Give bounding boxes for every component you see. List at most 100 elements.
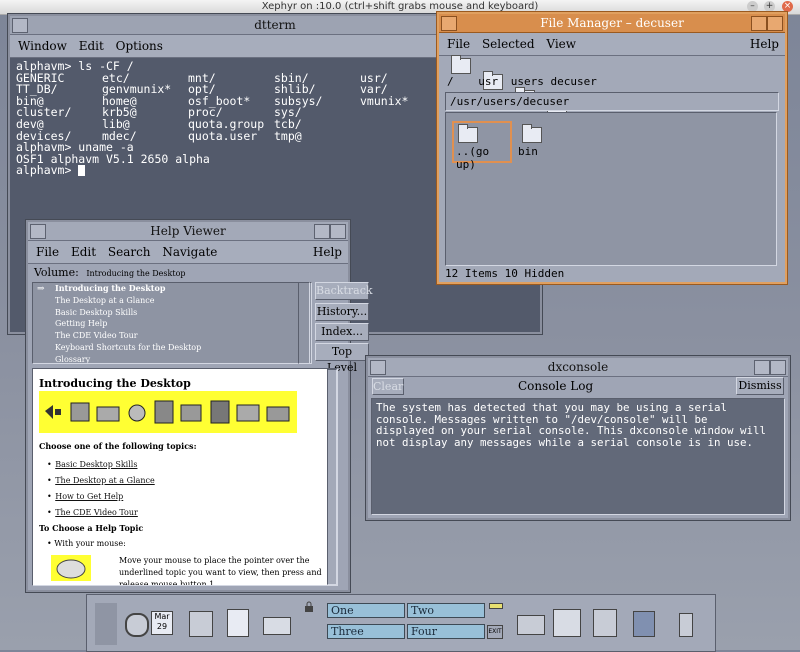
maximize-icon[interactable] bbox=[330, 224, 346, 239]
topic-item[interactable]: The CDE Video Tour bbox=[33, 330, 311, 342]
root-folder-icon[interactable] bbox=[451, 55, 471, 74]
bin-item[interactable]: bin bbox=[516, 121, 546, 159]
exit-button[interactable]: EXIT bbox=[487, 625, 503, 639]
window-menu-icon[interactable] bbox=[441, 16, 457, 31]
topic-item[interactable]: The Desktop at a Glance bbox=[33, 295, 311, 307]
topic-item[interactable]: Getting Help bbox=[33, 318, 311, 330]
bin-folder-icon bbox=[522, 124, 542, 143]
ls-entry bbox=[360, 119, 446, 131]
ls-entry bbox=[360, 131, 446, 143]
menu-window[interactable]: Window bbox=[18, 39, 67, 53]
dxconsole-title: dxconsole bbox=[547, 360, 609, 374]
link-get-help[interactable]: How to Get Help bbox=[55, 492, 123, 501]
ls-entry: vmunix* bbox=[360, 93, 409, 108]
crumb-usr[interactable]: usr bbox=[478, 75, 498, 88]
menu-navigate[interactable]: Navigate bbox=[162, 245, 217, 259]
mouse-bullet-text: With your mouse: bbox=[54, 539, 126, 548]
maximize-icon[interactable] bbox=[767, 16, 783, 31]
console-log-title: Console Log bbox=[518, 379, 594, 393]
mail-icon[interactable] bbox=[263, 617, 291, 635]
workspace-one[interactable]: One bbox=[327, 603, 405, 618]
ls-entry: tmp@ bbox=[274, 128, 302, 143]
file-manager-titlebar[interactable]: File Manager – decuser bbox=[439, 14, 785, 33]
minimize-icon[interactable]: – bbox=[747, 1, 758, 12]
topic-item[interactable]: Keyboard Shortcuts for the Desktop bbox=[33, 342, 311, 354]
crumb-users[interactable]: users bbox=[511, 75, 544, 88]
menu-file[interactable]: File bbox=[447, 37, 470, 51]
choose-help-topic-heading: To Choose a Help Topic bbox=[39, 523, 144, 533]
path-crumbs: / usr users decuser bbox=[447, 75, 597, 88]
console-log-text[interactable]: The system has detected that you may be … bbox=[371, 398, 785, 515]
text-cursor bbox=[78, 165, 86, 177]
printer-icon[interactable] bbox=[517, 615, 545, 635]
app-manager-icon[interactable] bbox=[593, 609, 617, 637]
menu-edit[interactable]: Edit bbox=[79, 39, 104, 53]
history-button[interactable]: History... bbox=[315, 303, 369, 321]
calendar-day: 29 bbox=[156, 622, 168, 631]
go-up-label: ..(go up) bbox=[456, 145, 490, 171]
path-field[interactable]: /usr/users/decuser bbox=[445, 92, 779, 111]
lock-icon[interactable] bbox=[303, 601, 315, 613]
window-menu-icon[interactable] bbox=[30, 224, 46, 239]
help-content[interactable]: Introducing the Desktop Choose one of th… bbox=[32, 368, 338, 586]
go-up-item[interactable]: ..(go up) bbox=[452, 121, 512, 171]
workspace-four[interactable]: Four bbox=[407, 624, 485, 639]
content-scrollbar[interactable] bbox=[327, 369, 337, 585]
menu-search[interactable]: Search bbox=[108, 245, 151, 259]
file-manager-icon[interactable] bbox=[189, 611, 213, 637]
help-viewer-window[interactable]: Help Viewer File Edit Search Navigate He… bbox=[26, 220, 373, 592]
help-viewer-titlebar[interactable]: Help Viewer bbox=[28, 222, 348, 241]
crumb-decuser[interactable]: decuser bbox=[551, 75, 597, 88]
menu-view[interactable]: View bbox=[546, 37, 576, 51]
volume-row: Volume: Introducing the Desktop bbox=[34, 266, 186, 279]
maximize-icon[interactable]: + bbox=[764, 1, 775, 12]
menu-edit[interactable]: Edit bbox=[71, 245, 96, 259]
terminal-prompt: alphavm> bbox=[16, 163, 79, 178]
minimize-icon[interactable] bbox=[314, 224, 330, 239]
top-level-button[interactable]: Top Level bbox=[315, 343, 369, 374]
dxconsole-titlebar[interactable]: dxconsole bbox=[368, 358, 788, 377]
close-icon[interactable]: × bbox=[782, 1, 793, 12]
clock-icon[interactable] bbox=[125, 613, 149, 637]
menu-help[interactable]: Help bbox=[750, 33, 779, 55]
crumb-root[interactable]: / bbox=[447, 75, 454, 88]
menu-help[interactable]: Help bbox=[313, 241, 342, 263]
ls-entry bbox=[360, 107, 446, 119]
topic-item[interactable]: Introducing the Desktop bbox=[33, 283, 311, 295]
topic-scrollbar[interactable] bbox=[298, 282, 310, 364]
current-topic-arrow-icon: ⇒ bbox=[37, 284, 45, 294]
menu-selected[interactable]: Selected bbox=[482, 37, 535, 51]
help-viewer-title: Help Viewer bbox=[150, 224, 226, 238]
minimize-icon[interactable] bbox=[751, 16, 767, 31]
desktop-banner-image bbox=[39, 391, 297, 433]
workspace-three[interactable]: Three bbox=[327, 624, 405, 639]
topic-list[interactable]: ⇒ Introducing the Desktop The Desktop at … bbox=[32, 282, 312, 364]
panel-handle[interactable] bbox=[95, 603, 117, 645]
window-menu-icon[interactable] bbox=[370, 360, 386, 375]
front-panel: Mar 29 One Two Three Four EXIT bbox=[86, 594, 716, 652]
workspace-two[interactable]: Two bbox=[407, 603, 485, 618]
file-area[interactable]: ..(go up) bin bbox=[445, 112, 777, 266]
topic-item[interactable]: Basic Desktop Skills bbox=[33, 307, 311, 319]
style-manager-icon[interactable] bbox=[553, 609, 581, 637]
menu-options[interactable]: Options bbox=[116, 39, 163, 53]
trash-icon[interactable] bbox=[679, 613, 693, 637]
link-desktop-glance[interactable]: The Desktop at a Glance bbox=[55, 476, 155, 485]
minimize-icon[interactable] bbox=[754, 360, 770, 375]
help-heading: Introducing the Desktop bbox=[39, 377, 191, 390]
maximize-icon[interactable] bbox=[770, 360, 786, 375]
topic-item[interactable]: Glossary bbox=[33, 354, 311, 363]
link-basic-skills[interactable]: Basic Desktop Skills bbox=[55, 460, 137, 469]
dismiss-button[interactable]: Dismiss bbox=[736, 377, 784, 395]
text-editor-icon[interactable] bbox=[227, 609, 249, 637]
link-video-tour[interactable]: The CDE Video Tour bbox=[55, 508, 138, 517]
menu-file[interactable]: File bbox=[36, 245, 59, 259]
window-menu-icon[interactable] bbox=[12, 18, 28, 33]
backtrack-button[interactable]: Backtrack bbox=[315, 282, 373, 300]
clear-button[interactable]: Clear bbox=[372, 378, 404, 395]
index-button[interactable]: Index... bbox=[315, 323, 369, 341]
file-manager-window[interactable]: File Manager – decuser File Selected Vie… bbox=[437, 12, 787, 284]
dxconsole-window[interactable]: dxconsole Clear Console Log Dismiss The … bbox=[366, 356, 790, 520]
calendar-icon[interactable]: Mar 29 bbox=[151, 611, 173, 635]
help-manager-icon[interactable] bbox=[633, 611, 655, 637]
